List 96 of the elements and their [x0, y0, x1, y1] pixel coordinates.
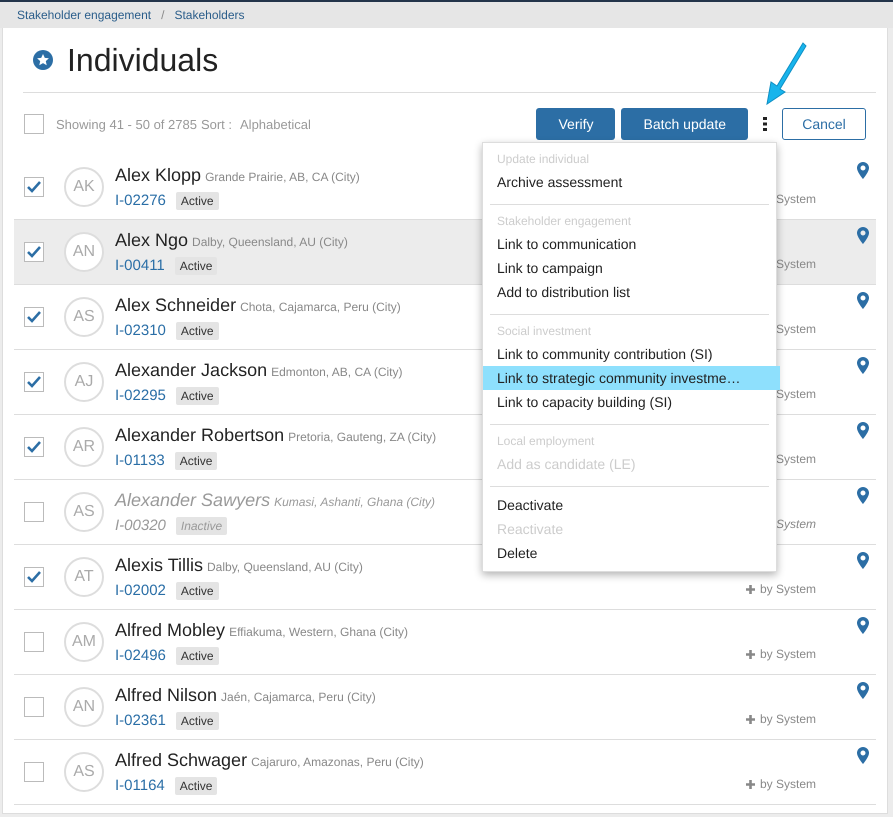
avatar: AS: [64, 297, 104, 337]
status-badge: Active: [176, 386, 219, 404]
breadcrumb-link[interactable]: Stakeholder engagement: [17, 8, 152, 22]
creator-text: System: [776, 387, 816, 401]
row-checkbox[interactable]: [24, 307, 44, 327]
record-id[interactable]: I-02002: [115, 582, 166, 599]
list-row[interactable]: AN Alfred Nilson Jaén, Cajamarca, Peru (City) I-02361 Active by System: [14, 675, 876, 740]
map-pin-icon[interactable]: [857, 422, 869, 439]
person-name[interactable]: Alexis Tillis: [115, 554, 204, 576]
map-pin-icon[interactable]: [857, 617, 869, 634]
status-badge: Active: [174, 452, 218, 470]
location-text: Pretoria, Gauteng, ZA (City): [288, 430, 436, 444]
select-all-checkbox[interactable]: [24, 114, 44, 134]
creator-text: by System: [760, 712, 816, 726]
status-badge: Active: [176, 582, 219, 600]
person-name[interactable]: Alfred Mobley: [115, 620, 226, 640]
row-checkbox[interactable]: [24, 697, 44, 717]
location-text: Effiakuma, Western, Ghana (City): [229, 624, 408, 638]
creator-text: System: [776, 257, 816, 271]
location-text: Chota, Cajamarca, Peru (City): [240, 300, 401, 314]
row-checkbox[interactable]: [24, 242, 44, 262]
row-checkbox[interactable]: [24, 177, 44, 197]
map-pin-icon[interactable]: [857, 227, 869, 244]
avatar: AK: [64, 167, 104, 207]
status-badge: Active: [176, 322, 219, 340]
avatar: AS: [64, 752, 104, 792]
row-checkbox[interactable]: [24, 762, 44, 782]
creator-text: System: [776, 452, 816, 466]
status-badge: Active: [176, 192, 219, 210]
action-button[interactable]: Verify: [536, 108, 616, 140]
creator-text: by System: [760, 582, 816, 596]
person-name[interactable]: Alexander Jackson: [115, 360, 268, 380]
map-pin-icon[interactable]: [857, 487, 869, 504]
row-checkbox[interactable]: [24, 372, 44, 392]
person-name[interactable]: Alex Schneider: [115, 294, 236, 316]
record-id[interactable]: I-02310: [115, 322, 166, 339]
status-badge: Active: [176, 712, 219, 730]
map-pin-icon[interactable]: [857, 552, 869, 569]
row-checkbox[interactable]: [24, 502, 44, 522]
avatar: AJ: [64, 362, 104, 402]
map-pin-icon[interactable]: [857, 682, 869, 699]
creator-text: System: [776, 322, 816, 336]
status-badge: Active: [174, 776, 218, 794]
person-name[interactable]: Alex Ngo: [115, 230, 188, 250]
record-id[interactable]: I-02361: [115, 712, 166, 729]
record-id[interactable]: I-02276: [115, 192, 166, 209]
record-count: Showing 41 - 50 of 2785: [56, 116, 197, 132]
menu-item[interactable]: Deactivate: [490, 493, 780, 517]
breadcrumb-separator: /: [161, 8, 164, 22]
location-text: Edmonton, AB, CA (City): [271, 364, 402, 378]
status-badge: Active: [174, 256, 218, 274]
row-checkbox[interactable]: [24, 632, 44, 652]
avatar: AS: [64, 492, 104, 532]
creator-text: System: [776, 517, 816, 531]
location-text: Dalby, Queensland, AU (City): [207, 560, 363, 574]
person-name[interactable]: Alfred Schwager: [115, 750, 248, 770]
row-checkbox[interactable]: [24, 437, 44, 457]
menu-item[interactable]: Archive assessment: [490, 170, 780, 194]
location-text: Grande Prairie, AB, CA (City): [205, 170, 360, 184]
avatar: AT: [64, 557, 104, 597]
person-name[interactable]: Alexander Robertson: [115, 424, 284, 446]
page-title: Individuals: [67, 42, 218, 78]
creator-text: by System: [760, 777, 816, 791]
menu-item[interactable]: Link to strategic community investme…: [483, 366, 780, 390]
map-pin-icon[interactable]: [857, 292, 869, 309]
avatar: AM: [64, 622, 104, 662]
avatar: AN: [64, 687, 104, 727]
location-text: Kumasi, Ashanti, Ghana (City): [274, 494, 436, 508]
location-text: Cajaruro, Amazonas, Peru (City): [251, 754, 424, 768]
status-badge: Active: [176, 646, 219, 664]
record-id[interactable]: I-00411: [115, 257, 165, 274]
row-checkbox[interactable]: [24, 567, 44, 587]
person-name[interactable]: Alfred Nilson: [115, 684, 218, 706]
creator-text: by System: [760, 647, 816, 661]
location-text: Dalby, Queensland, AU (City): [192, 234, 348, 248]
map-pin-icon[interactable]: [857, 357, 869, 374]
record-id[interactable]: I-02295: [115, 387, 166, 404]
avatar: AR: [64, 427, 104, 467]
record-id[interactable]: I-02496: [115, 647, 166, 664]
cancel-button[interactable]: Cancel: [782, 108, 866, 140]
action-button[interactable]: Batch update: [621, 108, 748, 140]
record-id[interactable]: I-01133: [115, 452, 165, 469]
breadcrumb-link[interactable]: Stakeholders: [174, 8, 244, 22]
location-text: Jaén, Cajamarca, Peru (City): [221, 690, 376, 704]
more-icon[interactable]: [762, 117, 768, 131]
map-pin-icon[interactable]: [857, 747, 869, 764]
status-badge: Inactive: [176, 516, 228, 534]
record-id[interactable]: I-01164: [115, 777, 165, 794]
avatar: AN: [64, 232, 104, 272]
list-row[interactable]: AS Alfred Schwager Cajaruro, Amazonas, Peru (City) I-01164 Active by System: [14, 740, 876, 805]
person-name[interactable]: Alex Klopp: [115, 164, 202, 186]
creator-text: System: [776, 192, 816, 206]
menu-item[interactable]: Link to communication: [490, 232, 780, 256]
map-pin-icon[interactable]: [857, 162, 869, 179]
sort-label: Sort :: [200, 116, 232, 132]
list-row[interactable]: AM Alfred Mobley Effiakuma, Western, Ghana (City) I-02496 Active by System: [14, 610, 876, 675]
